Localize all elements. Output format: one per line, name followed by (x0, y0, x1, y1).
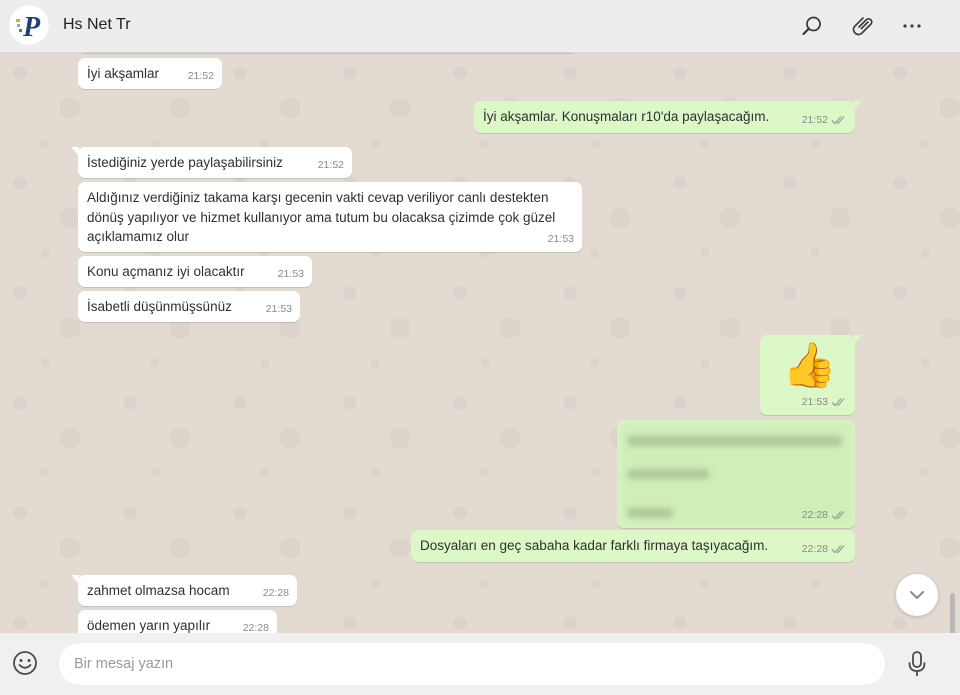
search-icon (802, 16, 821, 36)
message-time: 21:52 (802, 111, 847, 131)
message-outgoing-redacted[interactable]: 22:28 (617, 420, 855, 528)
message-input[interactable] (59, 643, 885, 685)
redacted-text-line (627, 469, 709, 479)
message-outgoing[interactable]: Dosyaları en geç sabaha kadar farklı fir… (411, 530, 855, 562)
more-options-icon (903, 24, 921, 28)
message-time: 21:52 (317, 158, 344, 171)
avatar[interactable]: P (9, 5, 49, 45)
message-time: 21:53 (265, 302, 292, 315)
attach-button[interactable] (848, 12, 876, 40)
double-check-icon (831, 545, 845, 554)
message-incoming[interactable]: Konu açmanız iyi olacaktır 21:53 (78, 256, 312, 287)
message-incoming[interactable]: İyi akşamlar 21:52 (78, 58, 222, 89)
message-text: Aldığınız verdiğiniz takama karşı geceni… (87, 190, 556, 244)
message-time-text: 21:53 (801, 395, 828, 408)
scroll-to-bottom-button[interactable] (896, 574, 938, 616)
microphone-icon (908, 651, 926, 676)
message-text: zahmet olmazsa hocam (87, 583, 230, 598)
emoji-button[interactable] (11, 649, 39, 677)
paperclip-icon (852, 17, 873, 36)
message-time-text: 21:52 (801, 113, 828, 126)
message-text: İyi akşamlar (87, 66, 160, 81)
emoji-icon (13, 651, 37, 675)
message-time: 22:28 (262, 586, 289, 599)
message-outgoing[interactable]: İyi akşamlar. Konuşmaları r10'da paylaşa… (474, 101, 862, 133)
message-time-text: 22:28 (801, 508, 828, 521)
message-time: 21:53 (802, 393, 847, 413)
voice-message-button[interactable] (904, 649, 930, 679)
message-incoming[interactable]: zahmet olmazsa hocam 22:28 (71, 575, 297, 606)
composer-bar (0, 633, 960, 695)
message-text: İstediğiniz yerde paylaşabilirsiniz (87, 155, 283, 170)
menu-button[interactable] (898, 12, 926, 40)
message-text: ödemen yarın yapılır (87, 618, 211, 633)
contact-name[interactable]: Hs Net Tr (63, 16, 131, 34)
double-check-icon (831, 398, 845, 407)
chevron-down-icon (910, 591, 924, 599)
message-incoming[interactable]: İstediğiniz yerde paylaşabilirsiniz 21:5… (71, 147, 352, 178)
message-text: Konu açmanız iyi olacaktır (87, 264, 245, 279)
double-check-icon (831, 511, 845, 520)
message-text: İyi akşamlar. Konuşmaları r10'da paylaşa… (483, 109, 770, 124)
message-text: İsabetli düşünmüşsünüz (87, 299, 232, 314)
message-list[interactable]: İyi akşamlar 21:52 İyi akşamlar. Konuşma… (0, 53, 960, 633)
message-time: 22:28 (802, 540, 847, 560)
message-outgoing-emoji[interactable]: 👍 21:53 (760, 335, 862, 415)
message-time: 21:53 (277, 267, 304, 280)
message-incoming[interactable]: ödemen yarın yapılır 22:28 (78, 610, 277, 633)
message-time: 22:28 (242, 621, 269, 634)
avatar-letter: P (22, 12, 41, 43)
chat-header: P Hs Net Tr (0, 0, 960, 53)
search-button[interactable] (798, 12, 826, 40)
message-time: 21:52 (187, 69, 214, 82)
thumbs-up-emoji: 👍 (782, 341, 837, 390)
message-incoming[interactable]: Aldığınız verdiğiniz takama karşı geceni… (78, 182, 582, 252)
avatar-logo-icon: P (9, 5, 49, 45)
redacted-text-line (627, 508, 673, 518)
message-text: Dosyaları en geç sabaha kadar farklı fir… (420, 538, 769, 553)
redacted-text-line (627, 436, 842, 446)
message-time: 21:53 (547, 232, 574, 245)
message-incoming[interactable]: İsabetli düşünmüşsünüz 21:53 (78, 291, 300, 322)
scrollbar-thumb[interactable] (950, 593, 955, 633)
message-time: 22:28 (802, 506, 847, 526)
message-time-text: 22:28 (801, 542, 828, 555)
double-check-icon (831, 116, 845, 125)
